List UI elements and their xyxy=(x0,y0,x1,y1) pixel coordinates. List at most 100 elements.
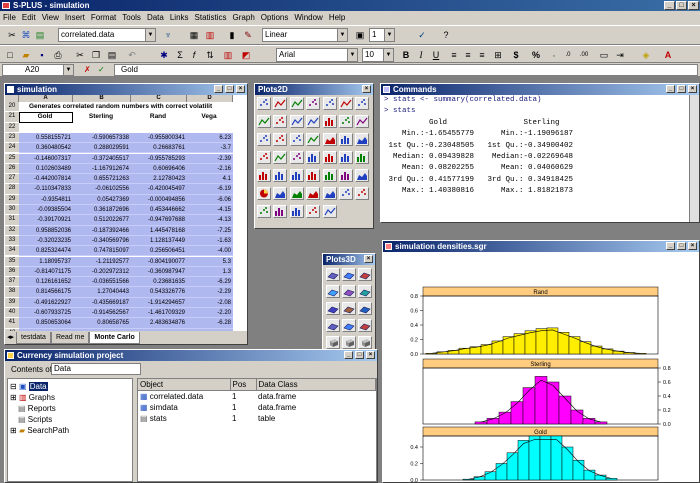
row-header[interactable]: 34 xyxy=(5,246,19,257)
data-cell[interactable]: 0.361872696 xyxy=(73,205,131,216)
column-letter[interactable]: D xyxy=(187,95,233,102)
plot-type-2d-icon[interactable] xyxy=(289,151,304,164)
font-combo[interactable]: Arial ▼ xyxy=(276,48,358,62)
plot-type-3d-icon[interactable] xyxy=(342,302,356,315)
plot-type-2d-icon[interactable] xyxy=(306,97,321,110)
data-cell[interactable]: -0.06102556 xyxy=(73,184,131,195)
spreadsheet-grid[interactable]: A B C D 20 Generates correlated random number… xyxy=(5,95,247,331)
data-cell[interactable]: -6.28 xyxy=(187,318,233,329)
minimize-icon[interactable]: _ xyxy=(344,351,353,359)
row-header[interactable]: 37 xyxy=(5,277,19,288)
plot-type-2d-icon[interactable] xyxy=(355,151,370,164)
row-header[interactable]: 25 xyxy=(5,153,19,164)
row-header[interactable]: 40 xyxy=(5,308,19,319)
plot-type-3d-icon[interactable] xyxy=(342,336,356,349)
data-cell[interactable]: -0.340569796 xyxy=(73,235,131,247)
plot-type-2d-icon[interactable] xyxy=(289,169,304,182)
comma-icon[interactable]: , xyxy=(548,49,560,61)
close-icon[interactable]: × xyxy=(362,85,371,93)
maximize-icon[interactable]: □ xyxy=(677,85,686,93)
font-color-icon[interactable]: A xyxy=(662,49,674,61)
plot-type-2d-icon[interactable] xyxy=(289,97,304,110)
plot-type-2d-icon[interactable] xyxy=(322,151,337,164)
close-icon[interactable]: × xyxy=(364,255,373,263)
copy-icon[interactable]: ❐ xyxy=(90,49,102,61)
font-size-combo[interactable]: 10 ▼ xyxy=(362,48,394,62)
minimize-icon[interactable]: _ xyxy=(666,242,675,250)
cancel-edit-icon[interactable]: ✗ xyxy=(84,65,94,75)
plot-type-3d-icon[interactable] xyxy=(358,268,372,281)
data-cell[interactable]: -0.146007317 xyxy=(19,153,73,164)
plot-type-2d-icon[interactable] xyxy=(289,133,304,146)
fill-color-icon[interactable]: ◈ xyxy=(640,49,652,61)
data-cell[interactable]: 0.814566175 xyxy=(19,287,73,298)
plot-type-2d-icon[interactable] xyxy=(273,151,288,164)
data-cell[interactable]: 0.126161652 xyxy=(19,277,73,288)
row-header[interactable]: 29 xyxy=(5,194,19,205)
data-cell[interactable]: -0.187392466 xyxy=(73,225,131,236)
cut-icon[interactable]: ✂ xyxy=(74,49,86,61)
axis-scale-combo[interactable]: Linear ▼ xyxy=(262,28,348,42)
data-cell[interactable]: 0.825324474 xyxy=(19,246,73,257)
align-center-icon[interactable]: ≡ xyxy=(462,49,474,61)
data-cell[interactable]: -0.914562567 xyxy=(73,308,131,319)
data-cell[interactable]: 2.12780423 xyxy=(131,174,187,185)
data-cell[interactable]: -0.110347833 xyxy=(19,184,73,195)
plot-type-2d-icon[interactable] xyxy=(257,97,271,110)
plot-type-3d-icon[interactable] xyxy=(326,268,340,281)
table-row[interactable]: ▦ simdata 1 data.frame xyxy=(138,402,376,413)
plot-type-2d-icon[interactable] xyxy=(273,115,288,128)
plot-type-2d-icon[interactable] xyxy=(257,169,271,182)
row-header[interactable]: 23 xyxy=(5,132,19,144)
plot-type-3d-icon[interactable] xyxy=(358,285,372,298)
data-cell[interactable]: 4.1 xyxy=(187,174,233,185)
plot-type-2d-icon[interactable] xyxy=(339,187,353,200)
menu-links[interactable]: Links xyxy=(167,13,192,22)
plot-type-2d-icon[interactable] xyxy=(289,187,304,200)
data-cell[interactable]: 0.23681635 xyxy=(131,277,187,288)
plot-type-2d-icon[interactable] xyxy=(339,151,353,164)
data-cell[interactable]: -0.435669187 xyxy=(73,297,131,308)
align-right-icon[interactable]: ≡ xyxy=(476,49,488,61)
data-cell[interactable]: -0.9354811 xyxy=(19,194,73,205)
data-cell[interactable]: -0.947697688 xyxy=(131,215,187,226)
data-cell[interactable]: 1.3 xyxy=(187,266,233,278)
close-button[interactable]: × xyxy=(688,1,699,10)
data-cell[interactable]: -7.25 xyxy=(187,225,233,236)
data-cell[interactable]: -1.63 xyxy=(187,235,233,247)
row-header[interactable]: 42 xyxy=(5,328,19,331)
data-cell[interactable]: -0.000494856 xyxy=(131,194,187,205)
plot-type-2d-icon[interactable] xyxy=(339,133,353,146)
sum-icon[interactable]: Σ xyxy=(174,49,186,61)
data-cell[interactable]: 0.558155721 xyxy=(19,132,73,144)
tool-filter-icon[interactable]: ♆ xyxy=(162,29,174,41)
maximize-icon[interactable]: □ xyxy=(225,85,234,93)
data-cell[interactable]: -0.590657338 xyxy=(73,132,131,144)
data-cell[interactable]: -0.491622927 xyxy=(19,297,73,308)
menu-format[interactable]: Format xyxy=(88,13,119,22)
plot-type-3d-icon[interactable] xyxy=(326,336,340,349)
tool-data-icon[interactable]: ▤ xyxy=(34,29,46,41)
tool-wizard-icon[interactable]: ✓ xyxy=(416,29,428,41)
menu-tools[interactable]: Tools xyxy=(119,13,144,22)
percent-button[interactable]: % xyxy=(530,49,542,61)
data-cell[interactable]: 0.102603489 xyxy=(19,163,73,175)
data-cell[interactable]: -0.202972312 xyxy=(73,266,131,278)
plot-type-2d-icon[interactable] xyxy=(355,133,370,146)
plot-type-3d-icon[interactable] xyxy=(326,302,340,315)
menu-options[interactable]: Options xyxy=(258,13,292,22)
print-icon[interactable]: ⎙ xyxy=(52,49,64,61)
data-cell[interactable]: -2.20 xyxy=(187,308,233,319)
accept-edit-icon[interactable]: ✓ xyxy=(98,65,108,75)
maximize-icon[interactable]: □ xyxy=(355,351,364,359)
data-cell[interactable]: 1.559449465 xyxy=(131,328,187,331)
data-cell[interactable]: -2.39 xyxy=(187,153,233,164)
minimize-button[interactable]: _ xyxy=(664,1,675,10)
row-header[interactable]: 33 xyxy=(5,235,19,247)
undo-icon[interactable]: ↶ xyxy=(126,49,138,61)
data-cell[interactable]: 1.27040443 xyxy=(73,287,131,298)
plot-type-2d-icon[interactable] xyxy=(355,115,370,128)
row-header[interactable]: 20 xyxy=(5,102,19,113)
column-header-cell[interactable]: Gold xyxy=(19,112,73,123)
row-header[interactable]: 38 xyxy=(5,287,19,298)
